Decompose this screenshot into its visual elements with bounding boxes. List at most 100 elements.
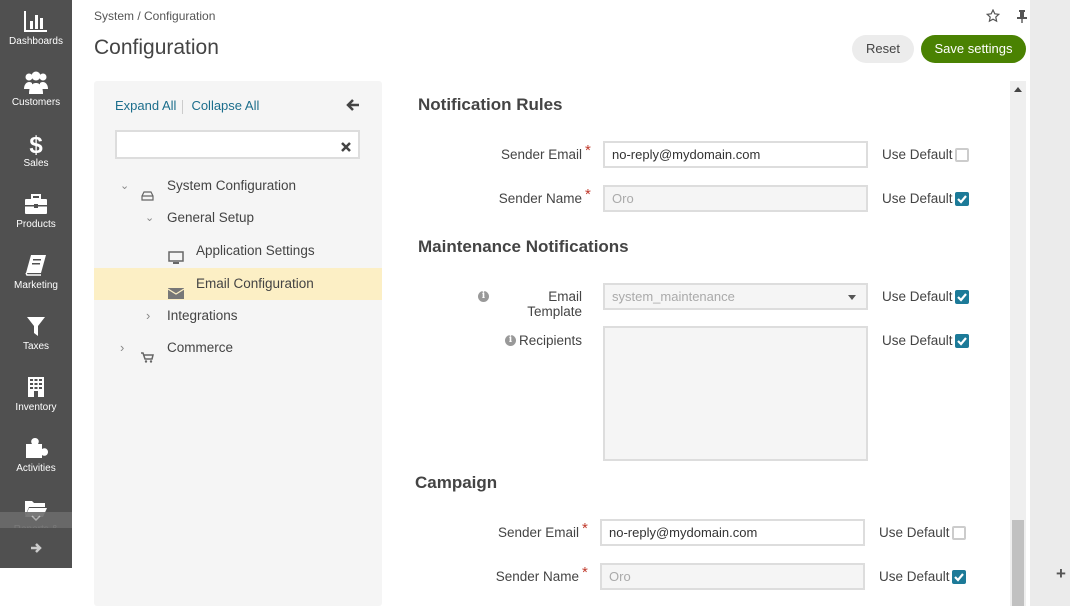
chevron-right-icon[interactable]: ›: [146, 300, 150, 332]
scrollbar-thumb[interactable]: [1012, 520, 1024, 606]
use-default-label: Use Default: [882, 147, 953, 162]
breadcrumb[interactable]: System / Configuration: [94, 9, 215, 23]
clear-search-icon[interactable]: [341, 139, 351, 157]
recipients-textarea[interactable]: [603, 326, 868, 461]
required-mark: *: [582, 520, 588, 537]
tree-item-label: General Setup: [167, 210, 255, 225]
tree-item-label: System Configuration: [167, 178, 297, 193]
svg-text:$: $: [29, 132, 43, 156]
shopping-cart-icon: [141, 343, 154, 375]
plus-icon[interactable]: +: [1056, 564, 1066, 584]
scroll-up-arrow-icon[interactable]: [1014, 87, 1022, 92]
building-icon: [0, 376, 72, 402]
nav-label: Dashboards: [9, 36, 63, 47]
required-mark: *: [582, 564, 588, 581]
nav-products[interactable]: Products: [0, 183, 72, 244]
notification-sender-email-use-default-checkbox[interactable]: [955, 148, 969, 162]
use-default-label: Use Default: [879, 525, 950, 540]
info-icon[interactable]: i: [505, 335, 516, 346]
nav-dashboards[interactable]: Dashboards: [0, 0, 72, 61]
campaign-sender-email-input[interactable]: no-reply@mydomain.com: [600, 519, 865, 546]
users-icon: [0, 71, 72, 97]
sender-email-label: Sender Email: [500, 147, 582, 162]
expand-all-link[interactable]: Expand All: [115, 98, 176, 113]
arrow-right-icon: [31, 543, 42, 553]
nav-taxes[interactable]: Taxes: [0, 305, 72, 366]
tree-item-label: Application Settings: [196, 243, 315, 258]
tree-actions: Expand All Collapse All: [115, 98, 259, 114]
nav-label: Inventory: [15, 402, 57, 413]
nav-label: Taxes: [22, 341, 50, 352]
tree-item-general-setup[interactable]: ⌄ General Setup: [94, 202, 382, 234]
arrow-left-icon: [346, 99, 359, 111]
tree-item-system-configuration[interactable]: ⌄ System Configuration: [94, 170, 382, 202]
chevron-down-icon[interactable]: ⌄: [120, 170, 129, 202]
reset-button[interactable]: Reset: [852, 35, 914, 63]
section-title-campaign: Campaign: [415, 473, 498, 492]
campaign-sender-name-use-default-checkbox[interactable]: [952, 570, 966, 584]
caret-down-icon: [848, 295, 856, 300]
notification-sender-email-input[interactable]: no-reply@mydomain.com: [603, 141, 868, 168]
book-icon: [0, 254, 72, 280]
nav-inventory[interactable]: Inventory: [0, 366, 72, 427]
bar-chart-icon: [0, 10, 72, 36]
pin-icon[interactable]: [1016, 9, 1028, 28]
favorite-star-icon[interactable]: [985, 8, 1001, 28]
content-scrollbar[interactable]: [1010, 81, 1026, 606]
tree-item-integrations[interactable]: › Integrations: [94, 300, 382, 332]
tree-item-email-configuration[interactable]: Email Configuration: [94, 268, 382, 300]
tree-search-input[interactable]: [115, 130, 360, 159]
required-mark: *: [585, 186, 591, 203]
email-template-use-default-checkbox[interactable]: [955, 290, 969, 304]
briefcase-icon: [0, 193, 72, 219]
tree-item-label: Commerce: [167, 340, 234, 355]
tree-item-label: Email Configuration: [196, 276, 314, 291]
email-template-label: Email Template: [527, 289, 582, 319]
check-icon: [957, 293, 967, 302]
main-sidebar: Dashboards Customers $ Sales Products Ma…: [0, 0, 72, 568]
notification-sender-name-use-default-checkbox[interactable]: [955, 192, 969, 206]
email-template-select[interactable]: system_maintenance: [603, 283, 868, 310]
config-form: Notification Rules Sender Email * no-rep…: [400, 81, 1010, 606]
check-icon: [954, 573, 964, 582]
nav-customers[interactable]: Customers: [0, 61, 72, 122]
info-icon[interactable]: i: [478, 291, 489, 302]
filter-icon: [0, 315, 72, 341]
sender-name-label: Sender Name: [498, 191, 582, 206]
campaign-sender-name-input[interactable]: Oro: [600, 563, 865, 590]
nav-label: Sales: [23, 158, 49, 169]
sidebar-expand-button[interactable]: [0, 528, 72, 568]
sender-name-label: Sender Name: [495, 569, 579, 584]
nav-label: Products: [16, 219, 56, 230]
collapse-panel-button[interactable]: [346, 98, 360, 117]
nav-marketing[interactable]: Marketing: [0, 244, 72, 305]
nav-label: Activities: [16, 463, 56, 474]
sidebar-scroll-down[interactable]: [0, 512, 72, 528]
section-title-maintenance-notifications: Maintenance Notifications: [418, 237, 629, 256]
chevron-down-icon[interactable]: ⌄: [145, 202, 154, 234]
tree-item-label: Integrations: [167, 308, 238, 323]
use-default-label: Use Default: [882, 191, 953, 206]
check-icon: [957, 195, 967, 204]
save-settings-button[interactable]: Save settings: [921, 35, 1026, 63]
chevron-right-icon[interactable]: ›: [120, 332, 124, 364]
sender-email-label: Sender Email: [497, 525, 579, 540]
page-title: Configuration: [94, 36, 219, 59]
use-default-label: Use Default: [882, 333, 953, 348]
nav-sales[interactable]: $ Sales: [0, 122, 72, 183]
collapse-all-link[interactable]: Collapse All: [191, 98, 259, 113]
nav-activities[interactable]: Activities: [0, 427, 72, 488]
use-default-label: Use Default: [882, 289, 953, 304]
puzzle-icon: [0, 437, 72, 463]
dollar-icon: $: [0, 132, 72, 159]
tree-item-application-settings[interactable]: Application Settings: [94, 235, 382, 267]
divider: [182, 99, 184, 114]
chevron-down-icon: [31, 515, 41, 522]
recipients-use-default-checkbox[interactable]: [955, 334, 969, 348]
tree-item-commerce[interactable]: › Commerce: [94, 332, 382, 364]
nav-label: Customers: [11, 97, 61, 108]
notification-sender-name-input[interactable]: Oro: [603, 185, 868, 212]
section-title-notification-rules: Notification Rules: [418, 95, 563, 114]
campaign-sender-email-use-default-checkbox[interactable]: [952, 526, 966, 540]
required-mark: *: [585, 142, 591, 159]
